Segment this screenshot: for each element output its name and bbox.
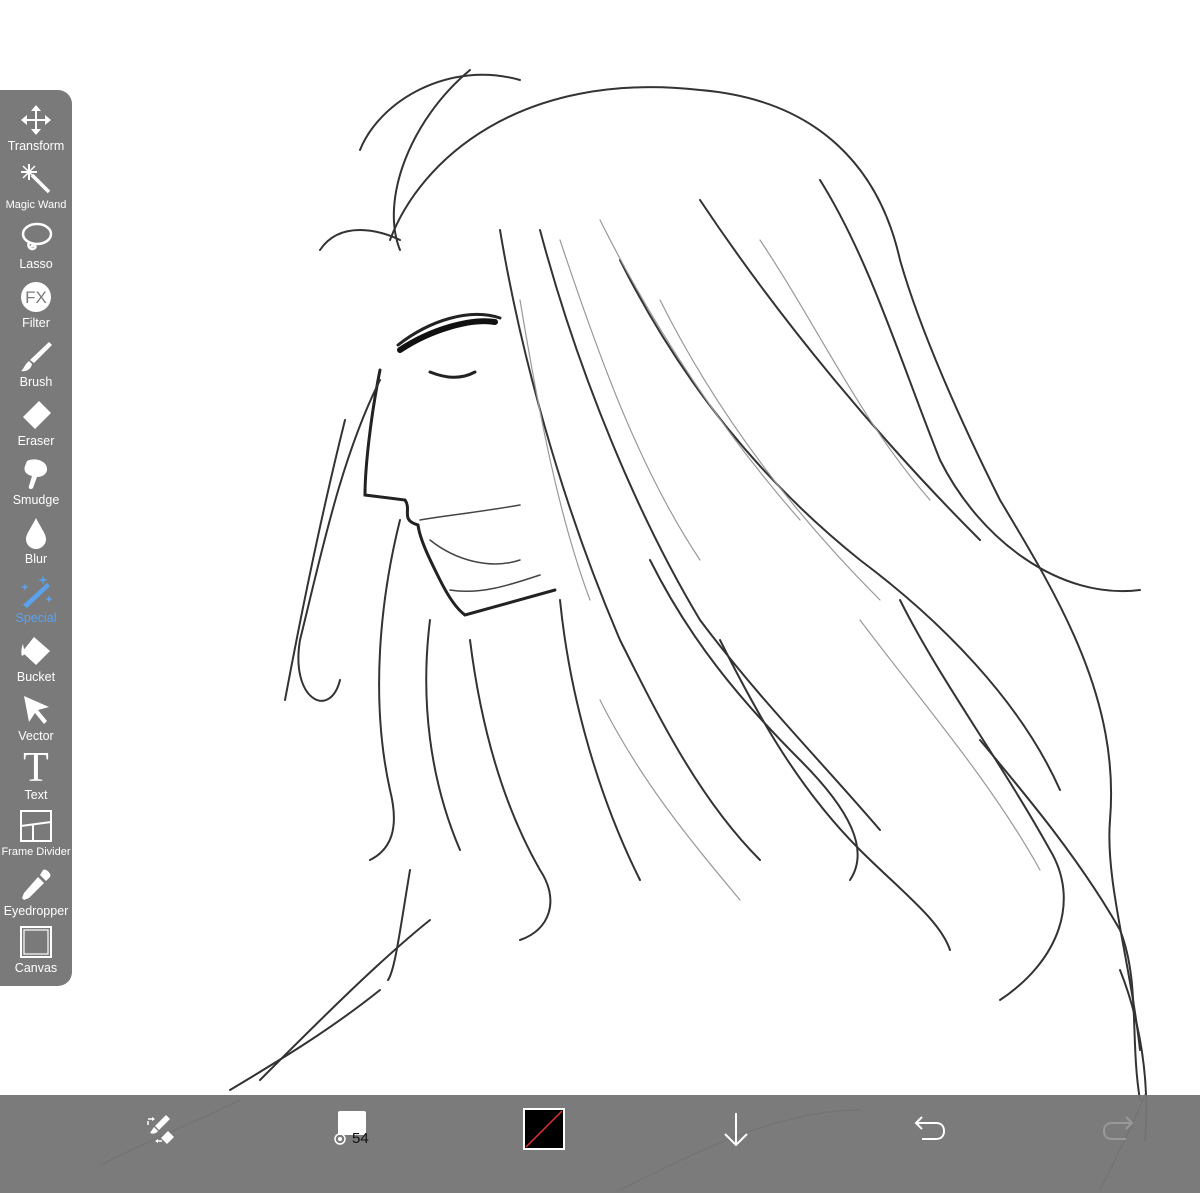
tool-label: Bucket xyxy=(16,670,56,684)
magic-wand-icon xyxy=(18,161,54,197)
tool-label: Special xyxy=(15,611,57,625)
down-arrow-icon xyxy=(719,1109,753,1154)
move-arrows-icon xyxy=(18,102,54,138)
lasso-icon xyxy=(18,220,54,256)
tool-vector[interactable]: Vector xyxy=(0,692,72,750)
tool-label: Canvas xyxy=(14,961,58,975)
text-t-glyph: T xyxy=(23,745,49,791)
tool-label: Eyedropper xyxy=(3,904,69,918)
sketch-artwork xyxy=(99,69,1148,1191)
tool-label: Brush xyxy=(19,375,53,389)
canvas-square-icon xyxy=(18,924,54,960)
tool-eyedropper[interactable]: Eyedropper xyxy=(0,867,72,925)
cursor-arrow-icon xyxy=(18,692,54,728)
tool-panel: Transform Magic Wand Lasso FX Filter Bru… xyxy=(0,90,72,986)
tool-label: Eraser xyxy=(17,434,55,448)
drawing-canvas[interactable] xyxy=(0,0,1200,1193)
bucket-icon xyxy=(18,633,54,669)
eyedropper-icon xyxy=(18,867,54,903)
frame-divider-icon xyxy=(18,808,54,844)
color-picker-button[interactable] xyxy=(522,1107,566,1155)
brush-icon xyxy=(18,338,54,374)
tool-label: Text xyxy=(24,788,48,802)
brush-size-value: 54 xyxy=(352,1130,369,1147)
tool-label: Frame Divider xyxy=(1,846,71,858)
fx-icon: FX xyxy=(18,279,54,315)
tool-frame-divider[interactable]: Frame Divider xyxy=(0,808,72,866)
tool-label: Blur xyxy=(24,552,48,566)
tool-special[interactable]: Special xyxy=(0,574,72,632)
tool-blur[interactable]: Blur xyxy=(0,515,72,573)
tool-canvas[interactable]: Canvas xyxy=(0,924,72,982)
tool-label: Lasso xyxy=(19,257,53,271)
layer-button[interactable] xyxy=(714,1109,758,1153)
tool-eraser[interactable]: Eraser xyxy=(0,397,72,455)
special-wand-icon xyxy=(18,574,54,610)
bottom-toolbar: 54 xyxy=(0,1095,1200,1193)
tool-label: Transform xyxy=(7,139,65,153)
brush-eraser-swap-button[interactable] xyxy=(138,1109,182,1153)
tool-label: Smudge xyxy=(12,493,60,507)
undo-button[interactable] xyxy=(906,1109,950,1153)
tool-bucket[interactable]: Bucket xyxy=(0,633,72,691)
smudge-finger-icon xyxy=(18,456,54,492)
tool-transform[interactable]: Transform xyxy=(0,102,72,160)
tool-lasso[interactable]: Lasso xyxy=(0,220,72,278)
eraser-icon xyxy=(18,397,54,433)
fx-icon-text: FX xyxy=(25,288,47,307)
redo-button[interactable] xyxy=(1098,1109,1142,1153)
tool-label: Vector xyxy=(18,729,54,743)
redo-icon xyxy=(1102,1114,1138,1149)
undo-icon xyxy=(910,1114,946,1149)
color-swatch-icon xyxy=(523,1107,565,1155)
text-t-icon: T xyxy=(18,745,54,791)
drop-icon xyxy=(18,515,54,551)
tool-label: Magic Wand xyxy=(5,199,67,211)
tool-brush[interactable]: Brush xyxy=(0,338,72,396)
tool-smudge[interactable]: Smudge xyxy=(0,456,72,514)
tool-label: Filter xyxy=(22,316,50,330)
tool-text[interactable]: T Text xyxy=(0,745,72,807)
brush-eraser-swap-icon xyxy=(142,1111,178,1152)
tool-magic-wand[interactable]: Magic Wand xyxy=(0,161,72,219)
tool-filter[interactable]: FX Filter xyxy=(0,279,72,337)
